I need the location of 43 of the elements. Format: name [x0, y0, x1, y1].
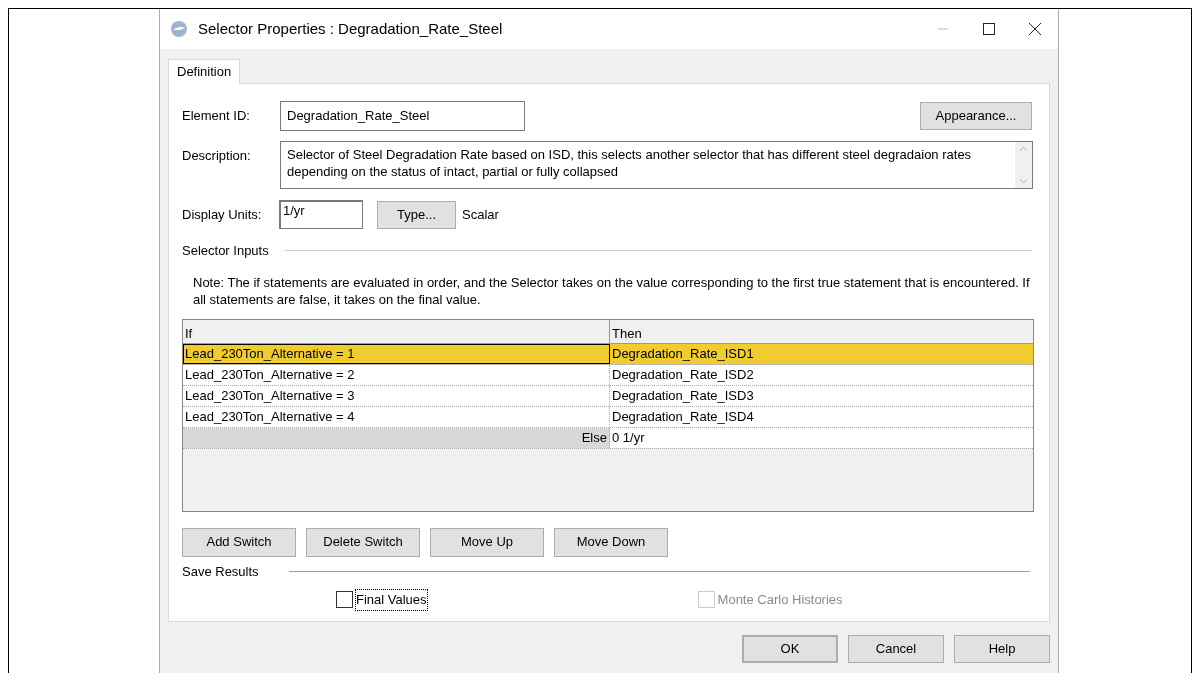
note-text: Note: The if statements are evaluated in order, and the Selector takes on the value corresponding to the first true statement that is encountered. If all statements are false, it takes on the final value. [193, 273, 1030, 308]
table-cell: 0 1/yr [610, 427, 1033, 448]
table-cell-text: Degradation_Rate_ISD4 [611, 407, 755, 426]
table-cell-text: Degradation_Rate_ISD3 [611, 386, 755, 405]
switch-button[interactable]: Move Down [554, 527, 668, 557]
table-cell: Lead_230Ton_Alternative = 2 [183, 364, 610, 385]
table-cell: Lead_230Ton_Alternative = 1 [183, 343, 610, 364]
table-cell: Lead_230Ton_Alternative = 4 [183, 406, 610, 427]
dialog-button[interactable]: Help [954, 635, 1050, 663]
column-header: If [183, 319, 610, 343]
dialog-button[interactable]: Cancel [848, 635, 944, 663]
column-header: Then [611, 324, 643, 343]
dialog-button[interactable]: OK [742, 635, 838, 663]
checkbox[interactable] [336, 591, 353, 609]
switch-button[interactable]: Delete Switch [306, 527, 420, 557]
display-units-field[interactable]: 1/yr [279, 200, 363, 229]
tab[interactable]: Definition [168, 59, 241, 84]
scrollbar[interactable] [1015, 142, 1032, 188]
element-id-field[interactable]: Degradation_Rate_Steel [280, 101, 525, 131]
section-heading: Selector Inputs [182, 242, 269, 260]
field-label: Description: [182, 147, 252, 165]
field-label: Display Units: [182, 205, 263, 224]
table-row[interactable]: Lead_230Ton_Alternative = 4 Degradation_Rate_ISD4 [183, 406, 1033, 428]
type-button[interactable]: Type... [377, 200, 456, 229]
table-row[interactable]: Lead_230Ton_Alternative = 2 Degradation_Rate_ISD2 [183, 364, 1033, 386]
switch-button[interactable]: Move Up [430, 527, 544, 557]
checkbox-label[interactable]: Final Values [356, 590, 427, 610]
scroll-down-icon[interactable] [1019, 178, 1028, 184]
switch-button[interactable]: Add Switch [182, 527, 296, 557]
section-heading: Save Results [182, 562, 259, 581]
else-cell: Else [183, 427, 610, 448]
table-cell: Lead_230Ton_Alternative = 3 [183, 385, 610, 406]
appearance-button[interactable]: Appearance... [920, 102, 1032, 130]
table-row[interactable]: Lead_230Ton_Alternative = 1 Degradation_Rate_ISD1 [183, 343, 1033, 365]
scroll-up-icon[interactable] [1019, 146, 1028, 152]
table-cell-text: Degradation_Rate_ISD1 [611, 344, 755, 363]
app-icon [170, 20, 188, 38]
type-value: Scalar [462, 205, 499, 224]
table-cell-text: Degradation_Rate_ISD2 [611, 365, 755, 384]
table-row[interactable]: Lead_230Ton_Alternative = 3 Degradation_Rate_ISD3 [183, 385, 1033, 407]
window-title: Selector Properties : Degradation_Rate_Steel [198, 18, 503, 39]
description-field[interactable]: Selector of Steel Degradation Rate based on ISD, this selects another selector that has different steel degradaion rates depending on the status of intact, partial or fully collapsed [280, 141, 1033, 189]
field-label: Element ID: [182, 107, 251, 126]
